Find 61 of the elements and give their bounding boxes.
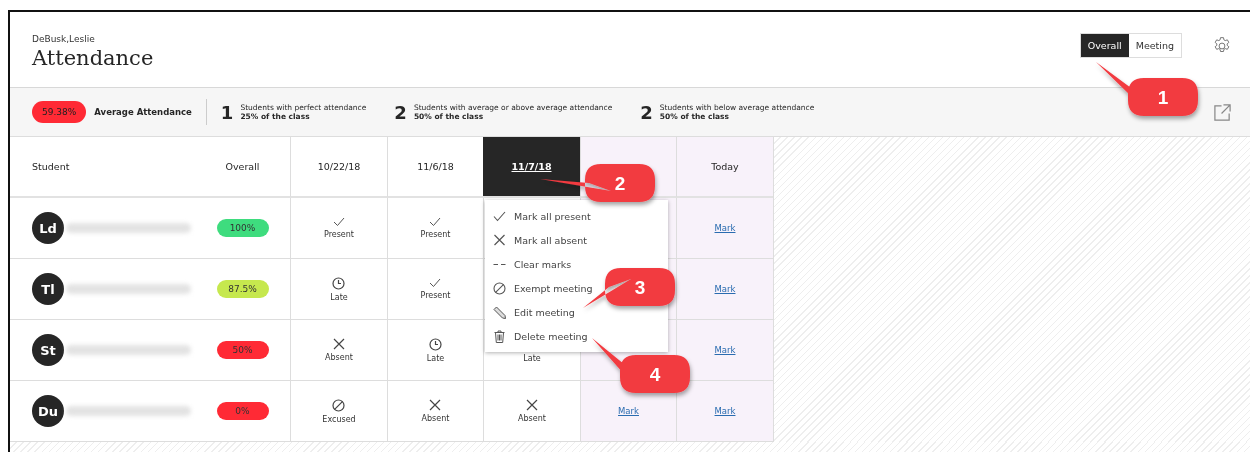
overall-percentage-badge: 87.5% xyxy=(216,280,269,298)
stat-count: 2 xyxy=(394,101,407,123)
mark-link[interactable]: Mark xyxy=(714,223,736,233)
column-header: Student xyxy=(10,137,195,198)
callout-number: 2 xyxy=(614,173,626,194)
attendance-status: Excused xyxy=(322,414,356,424)
menu-item[interactable]: Delete meeting xyxy=(485,324,668,348)
column-header: Overall xyxy=(195,137,290,198)
check-icon xyxy=(429,278,442,288)
meeting-column-header[interactable]: Today xyxy=(676,137,773,198)
stat-count: 2 xyxy=(640,101,653,123)
mark-link[interactable]: Mark xyxy=(618,406,639,416)
attendance-status: Absent xyxy=(421,414,450,423)
menu-item[interactable]: Mark all absent xyxy=(485,228,668,252)
callout-number: 3 xyxy=(634,277,646,298)
avatar-initials: Tl xyxy=(32,273,64,305)
user-name: DeBusk,Leslie xyxy=(32,33,96,44)
circle-slash-icon xyxy=(493,281,506,295)
avatar-initials: Ld xyxy=(32,212,64,244)
attendance-status: Present xyxy=(420,230,451,239)
attendance-status: Present xyxy=(324,230,354,239)
cross-icon xyxy=(526,399,538,411)
pencil-icon xyxy=(493,305,506,319)
stat-count: 1 xyxy=(220,101,234,123)
avatar-initials: St xyxy=(32,334,64,366)
menu-item[interactable]: Mark all present xyxy=(485,204,668,228)
cross-icon xyxy=(429,399,442,411)
avatar-initials: Du xyxy=(32,395,64,427)
cross-icon xyxy=(333,338,345,350)
clock-icon xyxy=(332,276,346,290)
menu-item[interactable]: Clear marks xyxy=(485,252,668,276)
average-attendance-badge: 59.38% xyxy=(32,101,87,123)
mark-link[interactable]: Mark xyxy=(714,406,736,416)
overall-percentage-badge: 0% xyxy=(216,402,269,420)
menu-item[interactable]: Edit meeting xyxy=(485,300,668,324)
callout-number: 1 xyxy=(1157,87,1169,108)
attendance-status: Present xyxy=(420,291,451,300)
view-tab[interactable]: Overall xyxy=(1080,34,1129,57)
average-attendance-label: Average Attendance xyxy=(94,107,192,117)
attendance-status: Absent xyxy=(518,414,546,423)
overall-percentage-badge: 100% xyxy=(216,219,269,237)
meeting-column-header[interactable]: 11/7/18 xyxy=(483,137,580,198)
check-icon xyxy=(429,217,442,227)
attendance-status: Late xyxy=(426,353,445,363)
callout-number: 4 xyxy=(649,364,661,385)
circle-slash-icon xyxy=(332,398,346,412)
attendance-status: Absent xyxy=(325,353,353,362)
clock-icon xyxy=(429,337,442,351)
check-icon xyxy=(333,217,345,227)
mark-link[interactable]: Mark xyxy=(714,284,736,294)
cross-icon xyxy=(493,234,506,246)
page-title: Attendance xyxy=(32,45,155,70)
external-link-icon[interactable] xyxy=(1213,102,1232,122)
mark-link[interactable]: Mark xyxy=(714,345,736,355)
meeting-column-header[interactable]: 10/22/18 xyxy=(290,137,387,198)
trash-icon xyxy=(493,329,506,343)
overall-percentage-badge: 50% xyxy=(216,341,269,359)
attendance-status: Late xyxy=(523,353,541,363)
dashes-icon xyxy=(493,262,506,266)
check-icon xyxy=(493,210,506,222)
attendance-status: Late xyxy=(330,292,348,302)
